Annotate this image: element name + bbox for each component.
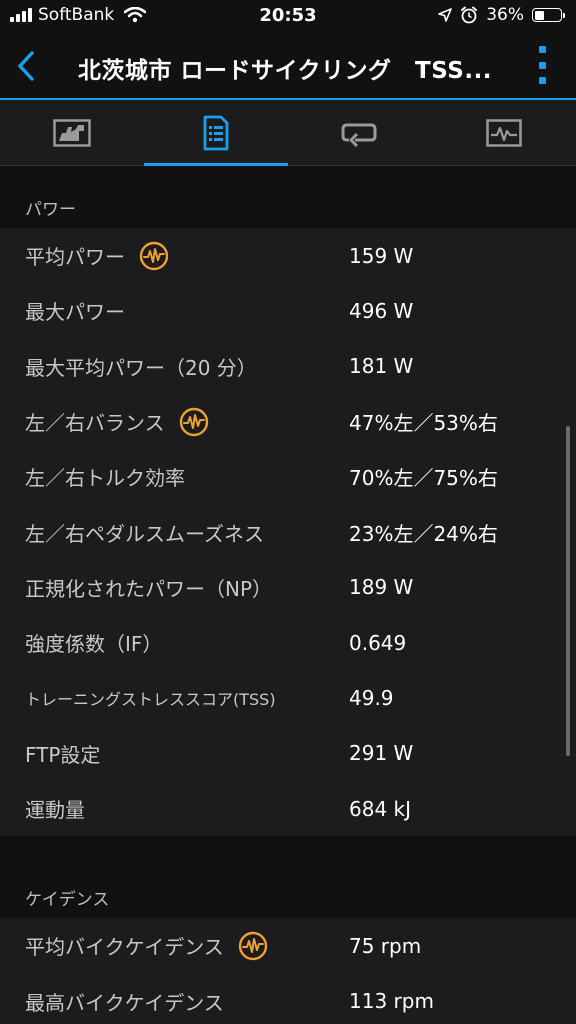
stat-label: 平均バイクケイデンス <box>25 935 224 960</box>
trend-badge[interactable] <box>238 931 268 961</box>
stat-label-container: 左／右トルク効率 <box>25 462 185 491</box>
location-arrow-icon <box>438 8 453 22</box>
stat-label: 強度係数（IF） <box>25 632 163 657</box>
trend-badge[interactable] <box>179 407 209 437</box>
stat-row: 最大パワー 496 W <box>0 283 576 338</box>
stat-value: 189 W <box>349 575 414 600</box>
stat-row: 強度係数（IF） 0.649 <box>0 615 576 670</box>
stat-value: 159 W <box>349 243 414 268</box>
stat-value: 70%左／75%右 <box>349 466 498 491</box>
stat-label: 最高バイクケイデンス <box>25 990 224 1015</box>
stat-value: 113 rpm <box>349 989 434 1014</box>
stat-label-container: 平均バイクケイデンス <box>25 931 268 961</box>
summary-chart-icon <box>53 118 91 147</box>
battery-percent: 36% <box>486 5 524 25</box>
section-header-power: パワー <box>0 166 576 228</box>
stat-label-container: FTP設定 <box>25 739 100 768</box>
stat-row: 左／右トルク効率 70%左／75%右 <box>0 449 576 504</box>
stat-label-container: 最大平均パワー（20 分） <box>25 352 257 381</box>
stat-label: 左／右ペダルスムーズネス <box>25 521 264 546</box>
stat-value: 291 W <box>349 741 414 766</box>
stat-label: 運動量 <box>25 798 85 823</box>
more-options-button[interactable] <box>534 46 550 84</box>
power-trend-badge-icon <box>238 931 268 961</box>
trend-badge[interactable] <box>139 241 169 271</box>
tab-bar <box>0 100 576 166</box>
stats-content[interactable]: パワー 平均パワー 159 W 最大パワー 496 W 最大平均パワー（20 分） 18… <box>0 166 576 1024</box>
stat-label-container: トレーニングストレススコア(TSS) <box>25 686 276 710</box>
stat-row: 最大平均パワー（20 分） 181 W <box>0 339 576 394</box>
chevron-left-icon <box>18 51 34 81</box>
stat-label-container: 運動量 <box>25 794 85 823</box>
stat-row: トレーニングストレススコア(TSS) 49.9 <box>0 670 576 725</box>
stat-label: 正規化されたパワー（NP） <box>25 576 273 601</box>
graph-icon <box>486 118 522 147</box>
power-stats-list: 平均パワー 159 W 最大パワー 496 W 最大平均パワー（20 分） 181 W 左… <box>0 228 576 837</box>
stat-label-container: 最大パワー <box>25 296 125 325</box>
cadence-stats-list: 平均バイクケイデンス 75 rpm 最高バイクケイデンス 113 rpm <box>0 918 576 1024</box>
activity-title: 北茨城市 ロードサイクリング TSS... <box>78 58 493 84</box>
stat-row: 運動量 684 kJ <box>0 781 576 836</box>
section-header-cadence: ケイデンス <box>0 854 576 919</box>
stat-row: 正規化されたパワー（NP） 189 W <box>0 560 576 615</box>
status-right: 36% <box>438 5 565 25</box>
stat-value: 181 W <box>349 354 414 379</box>
stat-value: 23%左／24%右 <box>349 521 498 546</box>
back-button[interactable] <box>8 48 44 84</box>
stat-label: トレーニングストレススコア(TSS) <box>25 690 276 710</box>
stat-value: 496 W <box>349 298 414 323</box>
stat-label: 左／右バランス <box>25 411 165 436</box>
stat-value: 49.9 <box>349 686 394 711</box>
power-trend-badge-icon <box>179 407 208 436</box>
tab-graphs[interactable] <box>432 100 576 165</box>
stats-document-icon <box>203 115 229 150</box>
battery-icon <box>532 8 565 22</box>
status-bar: SoftBank 20:53 36% <box>0 0 576 34</box>
scrollbar[interactable] <box>566 426 570 756</box>
stat-value: 0.649 <box>349 630 407 655</box>
laps-icon <box>341 123 377 147</box>
stat-row: FTP設定 291 W <box>0 726 576 781</box>
alarm-clock-icon <box>461 6 478 24</box>
stat-row: 左／右ペダルスムーズネス 23%左／24%右 <box>0 504 576 559</box>
stat-label-container: 正規化されたパワー（NP） <box>25 573 272 602</box>
app-header: 北茨城市 ロードサイクリング TSS... <box>0 34 576 98</box>
tab-laps[interactable] <box>288 100 432 165</box>
stat-label: 最大平均パワー（20 分） <box>25 355 257 380</box>
section-gap <box>0 836 576 855</box>
stat-value: 47%左／53%右 <box>349 411 498 436</box>
stat-label-container: 平均パワー <box>25 241 169 271</box>
power-trend-badge-icon <box>139 241 169 270</box>
stat-label: 左／右トルク効率 <box>25 466 185 491</box>
stat-label: FTP設定 <box>25 742 101 767</box>
stat-label: 平均パワー <box>25 245 125 270</box>
stat-label: 最大パワー <box>25 300 125 325</box>
stat-value: 75 rpm <box>349 933 422 958</box>
stat-label-container: 左／右ペダルスムーズネス <box>25 518 264 547</box>
stat-row: 平均パワー 159 W <box>0 228 576 283</box>
tab-summary[interactable] <box>0 100 144 165</box>
stat-row: 平均バイクケイデンス 75 rpm <box>0 918 576 973</box>
stat-label-container: 最高バイクケイデンス <box>25 987 224 1016</box>
stat-value: 684 kJ <box>349 796 412 821</box>
stat-label-container: 左／右バランス <box>25 407 209 437</box>
battery-fill <box>534 10 544 20</box>
stat-row: 左／右バランス 47%左／53%右 <box>0 394 576 449</box>
stat-row: 最高バイクケイデンス 113 rpm <box>0 974 576 1024</box>
stat-label-container: 強度係数（IF） <box>25 628 162 657</box>
tab-stats[interactable] <box>144 100 288 166</box>
